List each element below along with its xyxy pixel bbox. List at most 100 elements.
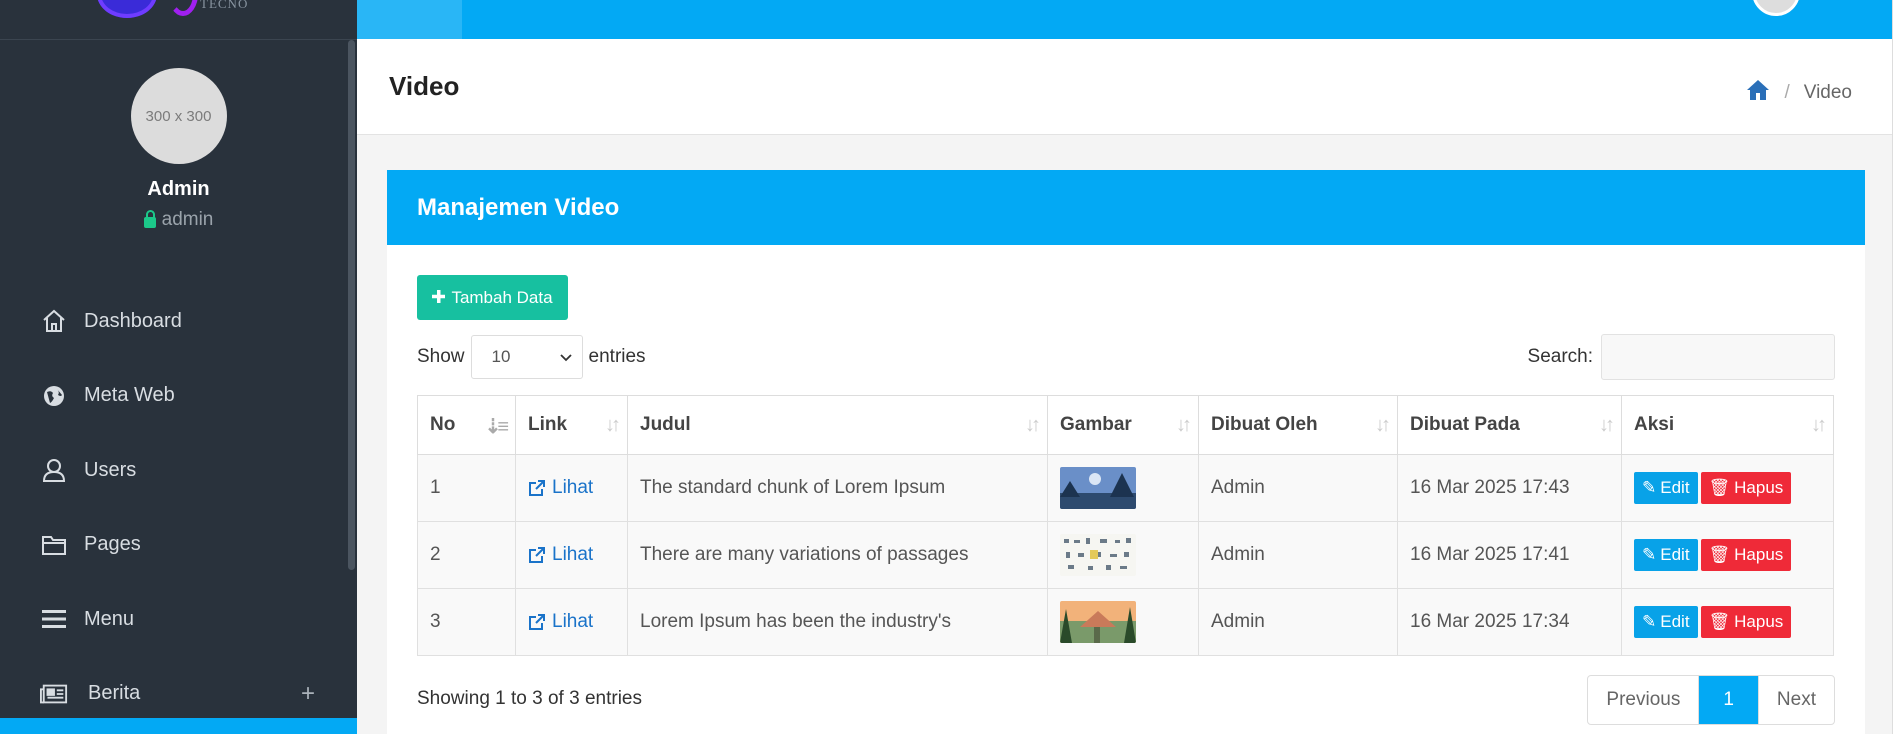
page-1-button[interactable]: 1 xyxy=(1698,676,1758,724)
plus-icon xyxy=(432,288,446,308)
sidebar-item-active[interactable] xyxy=(0,718,357,734)
sidebar-item-meta-web[interactable]: Meta Web xyxy=(0,359,357,434)
cell-dibuat-oleh: Admin xyxy=(1198,521,1398,589)
column-header-dibuat-pada[interactable]: Dibuat Pada ↓↑ xyxy=(1397,395,1622,455)
sort-icon: ↓↑ xyxy=(1176,414,1192,436)
cell-dibuat-pada: 16 Mar 2025 17:43 xyxy=(1397,454,1622,522)
view-link-label: Lihat xyxy=(552,611,594,632)
column-header-link[interactable]: Link ↓↑ xyxy=(515,395,628,455)
delete-button[interactable]: 🗑 Hapus xyxy=(1700,472,1792,504)
brand-logo-mark xyxy=(168,0,198,16)
view-link-label: Lihat xyxy=(552,477,594,498)
avatar: 300 x 300 xyxy=(130,68,227,164)
avatar-placeholder-text: 300 x 300 xyxy=(145,107,212,125)
cell-judul: There are many variations of passages xyxy=(627,521,1048,589)
user-icon xyxy=(40,456,68,484)
search-input[interactable] xyxy=(1601,334,1835,380)
external-link-icon xyxy=(529,480,545,496)
view-link[interactable]: Lihat xyxy=(528,611,627,633)
thumbnail-image xyxy=(1060,467,1136,509)
column-header-aksi[interactable]: Aksi ↓↑ xyxy=(1621,395,1834,455)
page-title: Video xyxy=(389,71,460,101)
cell-dibuat-pada: 16 Mar 2025 17:34 xyxy=(1397,588,1622,656)
thumbnail-image xyxy=(1060,534,1136,576)
sidebar-item-label: Berita xyxy=(88,682,141,705)
search-control: Search: xyxy=(1528,334,1835,380)
folder-icon xyxy=(40,531,68,559)
delete-button[interactable]: 🗑 Hapus xyxy=(1700,539,1792,571)
thumbnail-image xyxy=(1060,601,1136,643)
home-icon xyxy=(40,307,68,335)
profile-name: Admin xyxy=(147,178,210,200)
sidebar-nav: Dashboard Meta Web Users Pages Menu Beri… xyxy=(0,284,357,731)
view-link[interactable]: Lihat xyxy=(528,544,627,566)
show-label: Show xyxy=(417,346,465,367)
video-table: No ⇣≡ Link ↓↑ Judul ↓↑ Gambar ↓↑ Dibuat Oleh… xyxy=(417,395,1834,656)
edit-icon: ✎ xyxy=(1642,478,1657,497)
sidebar-item-label: Users xyxy=(84,458,137,481)
sidebar-item-label: Pages xyxy=(84,533,141,556)
column-header-label: Aksi xyxy=(1634,414,1675,435)
column-header-judul[interactable]: Judul ↓↑ xyxy=(627,395,1048,455)
edit-icon: ✎ xyxy=(1642,612,1657,631)
cell-aksi: ✎ Edit 🗑 Hapus xyxy=(1621,521,1834,589)
external-link-icon xyxy=(529,547,545,563)
entries-select[interactable]: 10 xyxy=(470,335,583,379)
cell-aksi: ✎ Edit 🗑 Hapus xyxy=(1621,454,1834,522)
cell-gambar xyxy=(1047,454,1199,522)
topbar xyxy=(357,0,1892,39)
globe-icon xyxy=(40,382,68,410)
brand[interactable]: TECNO xyxy=(0,0,357,40)
chevron-down-icon xyxy=(559,347,572,367)
add-data-button[interactable]: Tambah Data xyxy=(417,275,568,320)
sidebar-item-pages[interactable]: Pages xyxy=(0,508,357,583)
sort-icon: ↓↑ xyxy=(1811,414,1827,436)
cell-gambar xyxy=(1047,588,1199,656)
column-header-dibuat-oleh[interactable]: Dibuat Oleh ↓↑ xyxy=(1198,395,1398,455)
brand-text: TECNO xyxy=(200,0,249,11)
sidebar-toggle-button[interactable] xyxy=(357,0,462,39)
column-header-label: Gambar xyxy=(1060,414,1132,435)
pagination: Previous 1 Next xyxy=(1587,675,1835,725)
home-icon[interactable] xyxy=(1746,79,1770,107)
column-header-label: Judul xyxy=(640,414,691,435)
column-header-gambar[interactable]: Gambar ↓↑ xyxy=(1047,395,1199,455)
column-header-no[interactable]: No ⇣≡ xyxy=(417,395,516,455)
delete-button[interactable]: 🗑 Hapus xyxy=(1700,606,1792,638)
expand-icon[interactable]: + xyxy=(301,680,315,708)
edit-label: Edit xyxy=(1660,545,1690,564)
entries-select-value: 10 xyxy=(491,347,511,366)
edit-button[interactable]: ✎ Edit xyxy=(1634,539,1698,571)
cell-link: Lihat xyxy=(515,588,628,656)
cell-judul: The standard chunk of Lorem Ipsum xyxy=(627,454,1048,522)
edit-button[interactable]: ✎ Edit xyxy=(1634,606,1698,638)
cell-aksi: ✎ Edit 🗑 Hapus xyxy=(1621,588,1834,656)
sidebar-item-menu[interactable]: Menu xyxy=(0,582,357,657)
cell-no: 3 xyxy=(417,588,516,656)
profile-role-text: admin xyxy=(161,209,214,230)
edit-icon: ✎ xyxy=(1642,545,1657,564)
table-row: 2 Lihat There are many variations of pas… xyxy=(417,521,1834,589)
column-header-label: Link xyxy=(528,414,568,435)
delete-label: Hapus xyxy=(1734,545,1784,564)
edit-label: Edit xyxy=(1660,612,1690,631)
sidebar-item-dashboard[interactable]: Dashboard xyxy=(0,284,357,359)
add-data-label: Tambah Data xyxy=(451,287,553,307)
column-header-label: No xyxy=(430,414,456,435)
sidebar-item-label: Dashboard xyxy=(84,309,182,332)
topbar-avatar[interactable] xyxy=(1752,0,1800,16)
next-button[interactable]: Next xyxy=(1757,676,1834,724)
view-link[interactable]: Lihat xyxy=(528,477,627,499)
trash-icon: 🗑 xyxy=(1708,478,1731,497)
table-header-row: No ⇣≡ Link ↓↑ Judul ↓↑ Gambar ↓↑ Dibuat Oleh… xyxy=(417,395,1834,455)
sidebar-item-users[interactable]: Users xyxy=(0,433,357,508)
edit-button[interactable]: ✎ Edit xyxy=(1634,472,1698,504)
profile-role: admin xyxy=(0,209,357,231)
previous-button[interactable]: Previous xyxy=(1588,676,1698,724)
cell-gambar xyxy=(1047,521,1199,589)
table-info: Showing 1 to 3 of 3 entries xyxy=(417,688,642,709)
entries-label: entries xyxy=(588,346,646,367)
sidebar-item-label: Menu xyxy=(84,607,135,630)
newspaper-icon xyxy=(40,680,68,708)
sidebar-item-label: Meta Web xyxy=(84,384,175,407)
